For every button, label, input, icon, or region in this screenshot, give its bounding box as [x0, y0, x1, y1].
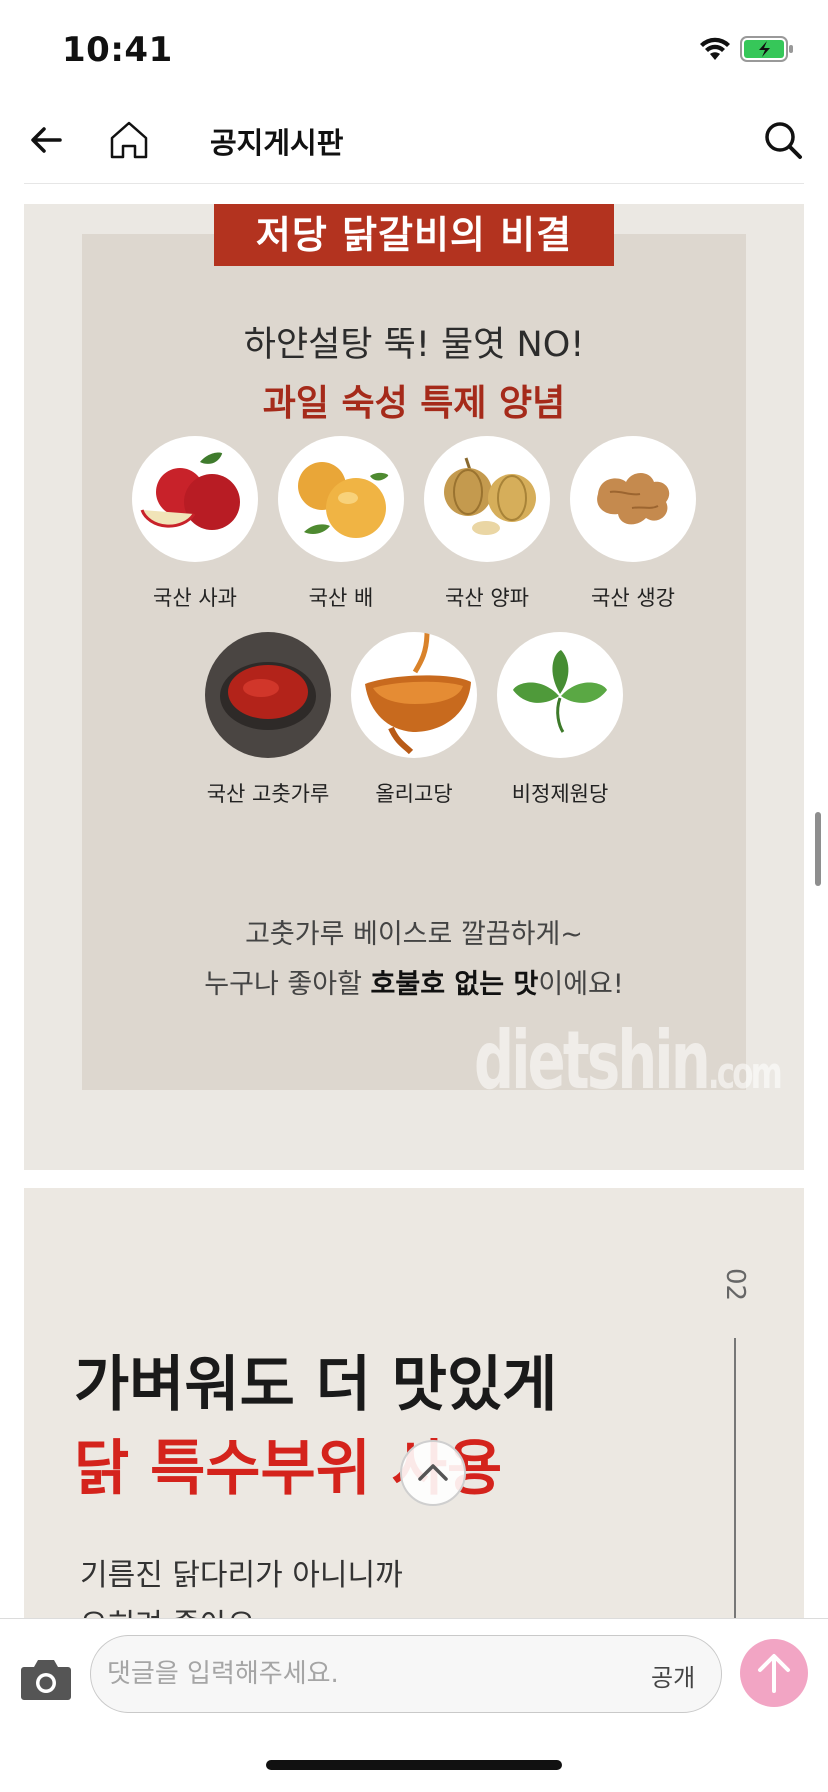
back-arrow-icon[interactable]	[26, 120, 66, 160]
apple-icon	[132, 436, 258, 562]
post-image-sauce: 저당 닭갈비의 비결 하얀설탕 뚝! 물엿 NO! 과일 숙성 특제 양념 국산…	[24, 204, 804, 1170]
home-indicator	[266, 1760, 562, 1770]
syrup-icon	[351, 632, 477, 758]
image-banner: 저당 닭갈비의 비결	[214, 204, 614, 266]
home-icon[interactable]	[108, 118, 150, 162]
desc-text: 이에요!	[538, 969, 624, 1000]
ginger-icon	[570, 436, 696, 562]
image-description-2: 누구나 좋아할 호불호 없는 맛이에요!	[24, 962, 804, 1001]
section-divider-line	[734, 1338, 736, 1618]
post-content[interactable]: 저당 닭갈비의 비결 하얀설탕 뚝! 물엿 NO! 과일 숙성 특제 양념 국산…	[0, 184, 828, 1618]
ingredient-item: 국산 배	[277, 436, 405, 612]
page-title: 공지게시판	[210, 126, 344, 160]
image-description-1: 고춧가루 베이스로 깔끔하게~	[245, 919, 583, 950]
pear-icon	[278, 436, 404, 562]
watermark-logo: dietshin.com	[474, 1014, 783, 1107]
scroll-to-top-button[interactable]	[400, 1440, 466, 1506]
status-time: 10:41	[62, 30, 173, 70]
image-title-1: 가벼워도 더 맛있게	[74, 1350, 558, 1420]
image-text-1: 기름진 닭다리가 아니니까	[80, 1558, 403, 1593]
image-text-2: 오히려 좋아요	[80, 1600, 255, 1618]
ingredient-label: 국산 생강	[591, 586, 675, 610]
desc-text: 누구나 좋아할	[204, 969, 371, 1000]
onion-icon	[424, 436, 550, 562]
send-button[interactable]	[740, 1639, 808, 1707]
top-nav: 공지게시판	[0, 100, 828, 184]
mint-leaf-icon	[497, 632, 623, 758]
post-image-chicken: 02 가벼워도 더 맛있게 닭 특수부위 사용 기름진 닭다리가 아니니까 오히…	[24, 1188, 804, 1618]
ingredient-item: 국산 고춧가루	[204, 632, 332, 808]
desc-bold-text: 호불호 없는 맛	[370, 969, 539, 1000]
chili-powder-icon	[205, 632, 331, 758]
watermark-text: dietshin	[474, 1014, 711, 1107]
chevron-up-icon	[418, 1464, 448, 1481]
comment-input-box: 공개	[90, 1635, 722, 1713]
ingredient-item: 올리고당	[350, 632, 478, 808]
camera-icon[interactable]	[20, 1655, 72, 1701]
arrow-up-icon	[758, 1654, 790, 1693]
search-icon[interactable]	[762, 118, 804, 162]
ingredient-item: 국산 생강	[569, 436, 697, 612]
section-number: 02	[720, 1268, 750, 1302]
wifi-icon	[700, 37, 730, 60]
ingredient-label: 비정제원당	[511, 782, 609, 806]
status-bar: 10:41	[0, 0, 828, 100]
battery-icon	[740, 36, 793, 62]
image-headline-2: 과일 숙성 특제 양념	[262, 383, 566, 424]
image-headline-1: 하얀설탕 뚝! 물엿 NO!	[243, 325, 585, 365]
scrollbar[interactable]	[815, 812, 821, 886]
ingredient-item: 비정제원당	[496, 632, 624, 808]
ingredient-item: 국산 양파	[423, 436, 551, 612]
ingredient-item: 국산 사과	[131, 436, 259, 612]
visibility-toggle[interactable]: 공개	[651, 1658, 695, 1693]
comment-input[interactable]	[107, 1654, 547, 1694]
watermark-suffix: .com	[707, 1048, 783, 1099]
